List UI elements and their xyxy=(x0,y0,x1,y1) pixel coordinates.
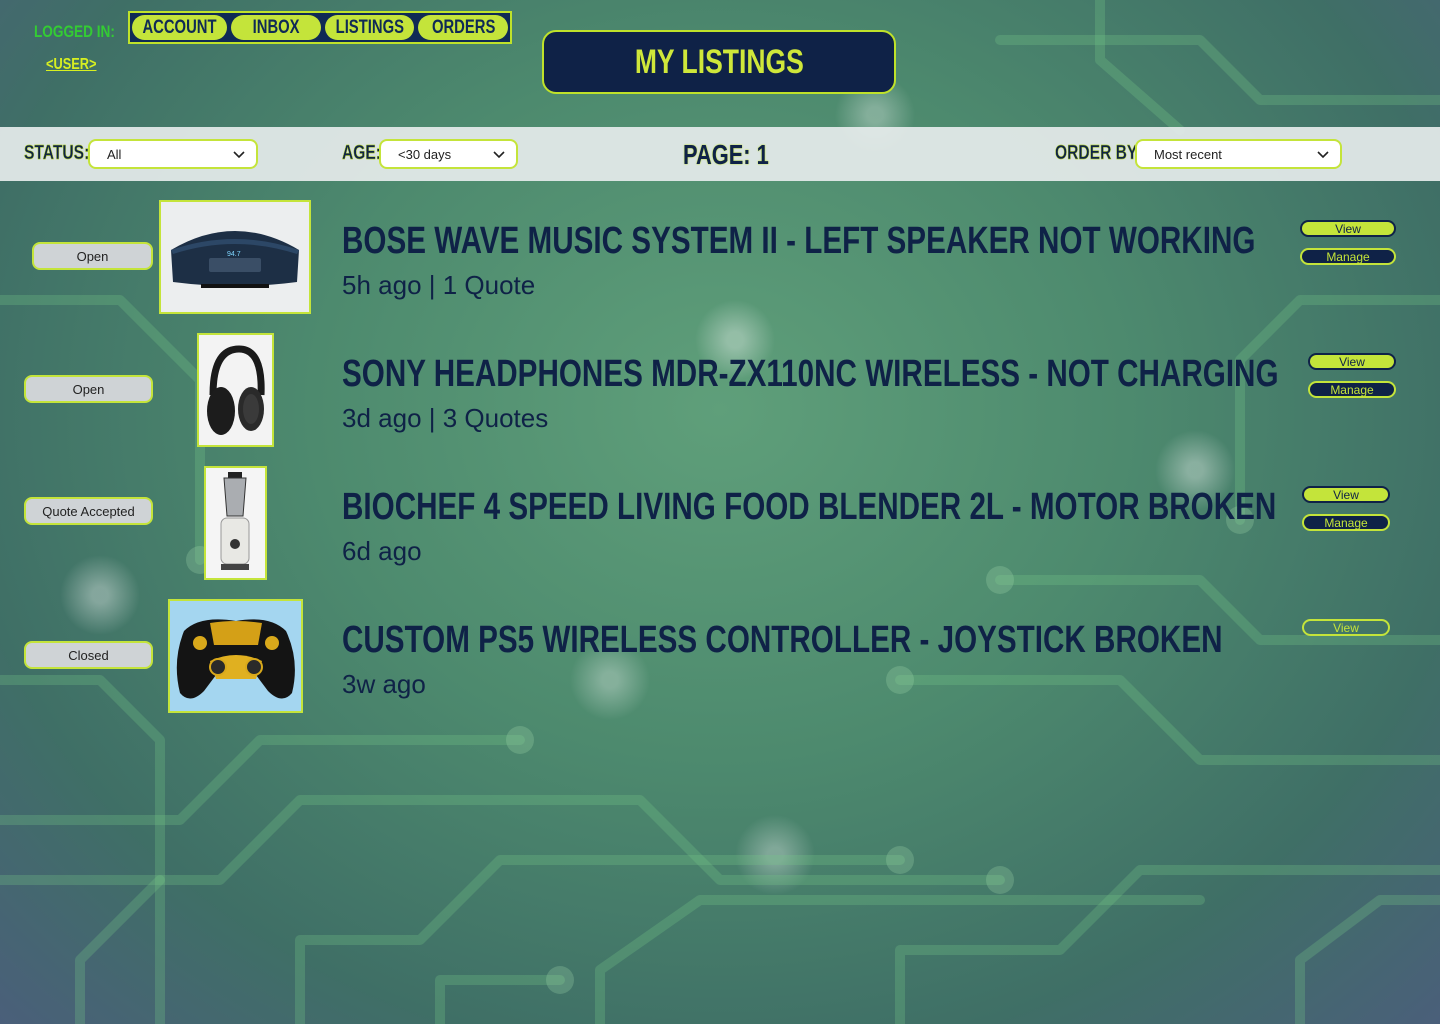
listing-meta: 3d ago | 3 Quotes xyxy=(342,403,549,433)
order-by-select[interactable]: Most recent xyxy=(1135,139,1342,169)
nav-account-label: ACCOUNT xyxy=(142,16,217,38)
view-button[interactable]: View xyxy=(1300,220,1396,237)
view-button[interactable]: View xyxy=(1308,353,1396,370)
listing-status-label: Quote Accepted xyxy=(42,503,135,519)
logged-in-label: LOGGED IN: xyxy=(34,22,115,41)
listing-row: Open SONY HEADPHONES MDR-ZX110NC WIRELES… xyxy=(0,333,1440,449)
headphones-image xyxy=(199,335,272,445)
manage-button[interactable]: Manage xyxy=(1302,514,1390,531)
manage-button[interactable]: Manage xyxy=(1300,248,1396,265)
listing-row: Quote Accepted BIOCHEF 4 SPEED LIVING FO… xyxy=(0,466,1440,582)
nav-account-button[interactable]: ACCOUNT xyxy=(132,15,227,40)
manage-button[interactable]: Manage xyxy=(1308,381,1396,398)
listing-title[interactable]: SONY HEADPHONES MDR-ZX110NC WIRELESS - N… xyxy=(342,353,1279,396)
listing-image-blender[interactable] xyxy=(204,466,267,580)
listing-title[interactable]: BOSE WAVE MUSIC SYSTEM II - LEFT SPEAKER… xyxy=(342,220,1255,263)
view-button[interactable]: View xyxy=(1302,619,1390,636)
status-filter-label: STATUS: xyxy=(24,142,90,164)
listing-meta: 5h ago | 1 Quote xyxy=(342,270,536,300)
listing-status-button[interactable]: Open xyxy=(24,375,153,403)
nav-listings-label: LISTINGS xyxy=(335,16,404,38)
svg-text:94.7: 94.7 xyxy=(227,251,241,258)
listing-meta: 6d ago xyxy=(342,536,422,566)
chevron-down-icon xyxy=(1317,151,1329,159)
listing-title[interactable]: BIOCHEF 4 SPEED LIVING FOOD BLENDER 2L -… xyxy=(342,486,1276,529)
listing-image-controller[interactable] xyxy=(168,599,303,713)
age-filter-label: AGE: xyxy=(342,142,381,164)
listing-status-button[interactable]: Closed xyxy=(24,641,153,669)
page-title-box: MY LISTINGS xyxy=(542,30,896,94)
age-filter-select[interactable]: <30 days xyxy=(379,139,518,169)
view-button[interactable]: View xyxy=(1302,486,1390,503)
listing-title[interactable]: CUSTOM PS5 WIRELESS CONTROLLER - JOYSTIC… xyxy=(342,619,1222,662)
listing-status-label: Open xyxy=(72,381,105,397)
page-indicator: PAGE: 1 xyxy=(683,139,769,170)
listing-status-label: Closed xyxy=(68,647,109,663)
chevron-down-icon xyxy=(233,151,245,159)
listing-meta: 3w ago xyxy=(342,669,426,699)
listing-image-headphones[interactable] xyxy=(197,333,274,447)
main-nav: ACCOUNT INBOX LISTINGS ORDERS xyxy=(128,11,512,44)
nav-inbox-button[interactable]: INBOX xyxy=(231,15,321,40)
page-title: MY LISTINGS xyxy=(634,42,804,81)
chevron-down-icon xyxy=(493,151,505,159)
nav-listings-button[interactable]: LISTINGS xyxy=(324,15,415,40)
user-profile-link[interactable]: <USER> xyxy=(46,56,97,74)
order-by-label: ORDER BY: xyxy=(1055,142,1142,164)
nav-inbox-label: INBOX xyxy=(252,16,300,38)
nav-orders-button[interactable]: ORDERS xyxy=(418,15,509,40)
listing-row: Closed CUSTOM PS5 WIRELESS CONTROLLER - … xyxy=(0,599,1440,715)
listing-status-button[interactable]: Open xyxy=(32,242,153,270)
listing-row: Open 94.7 BOSE WAVE MUSIC SYSTEM II - LE… xyxy=(0,200,1440,316)
nav-orders-label: ORDERS xyxy=(431,16,495,38)
status-filter-select[interactable]: All xyxy=(88,139,258,169)
controller-image xyxy=(170,601,301,711)
listing-status-label: Open xyxy=(76,248,109,264)
listing-status-button[interactable]: Quote Accepted xyxy=(24,497,153,525)
listing-image-speaker[interactable]: 94.7 xyxy=(159,200,311,314)
speaker-image: 94.7 xyxy=(161,202,309,312)
age-filter-value: <30 days xyxy=(398,146,452,162)
order-by-value: Most recent xyxy=(1154,146,1222,162)
blender-image xyxy=(206,468,265,578)
status-filter-value: All xyxy=(107,146,122,162)
